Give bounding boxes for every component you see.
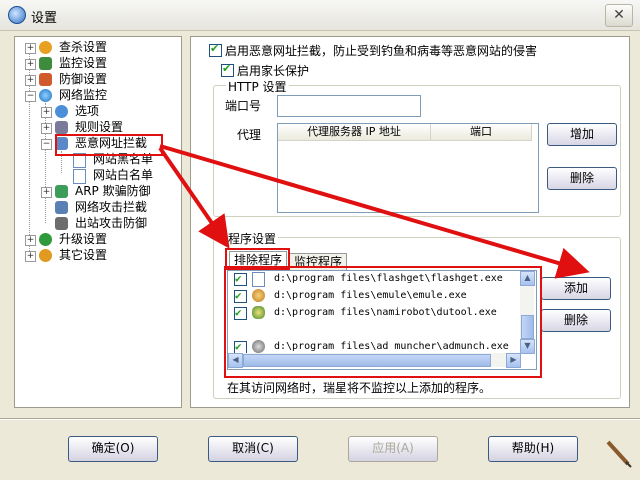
help-button[interactable]: 帮助(H) (488, 436, 578, 462)
program-add-button[interactable]: 添加 (541, 277, 611, 300)
rules-icon (55, 121, 68, 134)
document-icon (73, 169, 86, 184)
close-icon: ✕ (613, 7, 625, 23)
pen-icon (606, 440, 632, 468)
gear-icon (39, 249, 52, 262)
app-icon (8, 6, 26, 24)
title-bar: 设置 ✕ (0, 0, 640, 31)
proxy-label: 代理 (237, 128, 262, 142)
window-title: 设置 (31, 11, 58, 26)
column-port[interactable]: 端口 (431, 124, 532, 141)
proxy-delete-button[interactable]: 删除 (547, 167, 617, 190)
block-malicious-checkbox[interactable] (209, 42, 222, 57)
expand-icon[interactable]: + (25, 235, 36, 246)
http-group-title: HTTP 设置 (226, 78, 289, 95)
program-note: 在其访问网络时，瑞星将不监控以上添加的程序。 (227, 381, 492, 395)
port-input[interactable] (277, 95, 421, 117)
highlight-box (55, 134, 163, 156)
footer-separator (0, 418, 640, 420)
program-group-title: 程序设置 (226, 230, 279, 247)
upgrade-icon (39, 233, 52, 246)
monitor-icon (55, 201, 68, 214)
close-button[interactable]: ✕ (605, 4, 633, 27)
tree-line (45, 103, 46, 223)
scan-icon (39, 41, 52, 54)
umbrella-icon (39, 57, 52, 70)
collapse-icon[interactable]: − (25, 91, 36, 102)
globe-icon (39, 89, 52, 102)
program-delete-button[interactable]: 删除 (541, 309, 611, 332)
port-label: 端口号 (225, 99, 262, 113)
proxy-list[interactable]: 代理服务器 IP 地址 端口 (277, 123, 539, 213)
expand-icon[interactable]: + (25, 59, 36, 70)
settings-tree: + 查杀设置 + 监控设置 + 防御设置 − 网络监控 + 选项 + 规则设置 … (14, 36, 182, 408)
proxy-add-button[interactable]: 增加 (547, 123, 617, 146)
block-malicious-label: 启用恶意网址拦截，防止受到钓鱼和病毒等恶意网站的侵害 (225, 44, 538, 58)
parental-checkbox[interactable] (221, 62, 234, 77)
expand-icon[interactable]: + (41, 123, 52, 134)
parental-label: 启用家长保护 (237, 64, 310, 78)
list-highlight-box (224, 266, 542, 378)
expand-icon[interactable]: + (25, 251, 36, 262)
expand-icon[interactable]: + (25, 75, 36, 86)
arp-icon (55, 185, 68, 198)
ok-button[interactable]: 确定(O) (68, 436, 158, 462)
shield-icon (39, 73, 52, 86)
apply-button[interactable]: 应用(A) (348, 436, 438, 462)
expand-icon[interactable]: + (25, 43, 36, 54)
column-proxy-ip[interactable]: 代理服务器 IP 地址 (278, 124, 431, 141)
collapse-icon[interactable]: − (41, 139, 52, 150)
computer-icon (55, 217, 68, 230)
expand-icon[interactable]: + (41, 107, 52, 118)
cancel-button[interactable]: 取消(C) (208, 436, 298, 462)
expand-icon[interactable]: + (41, 187, 52, 198)
gear-icon (55, 105, 68, 118)
